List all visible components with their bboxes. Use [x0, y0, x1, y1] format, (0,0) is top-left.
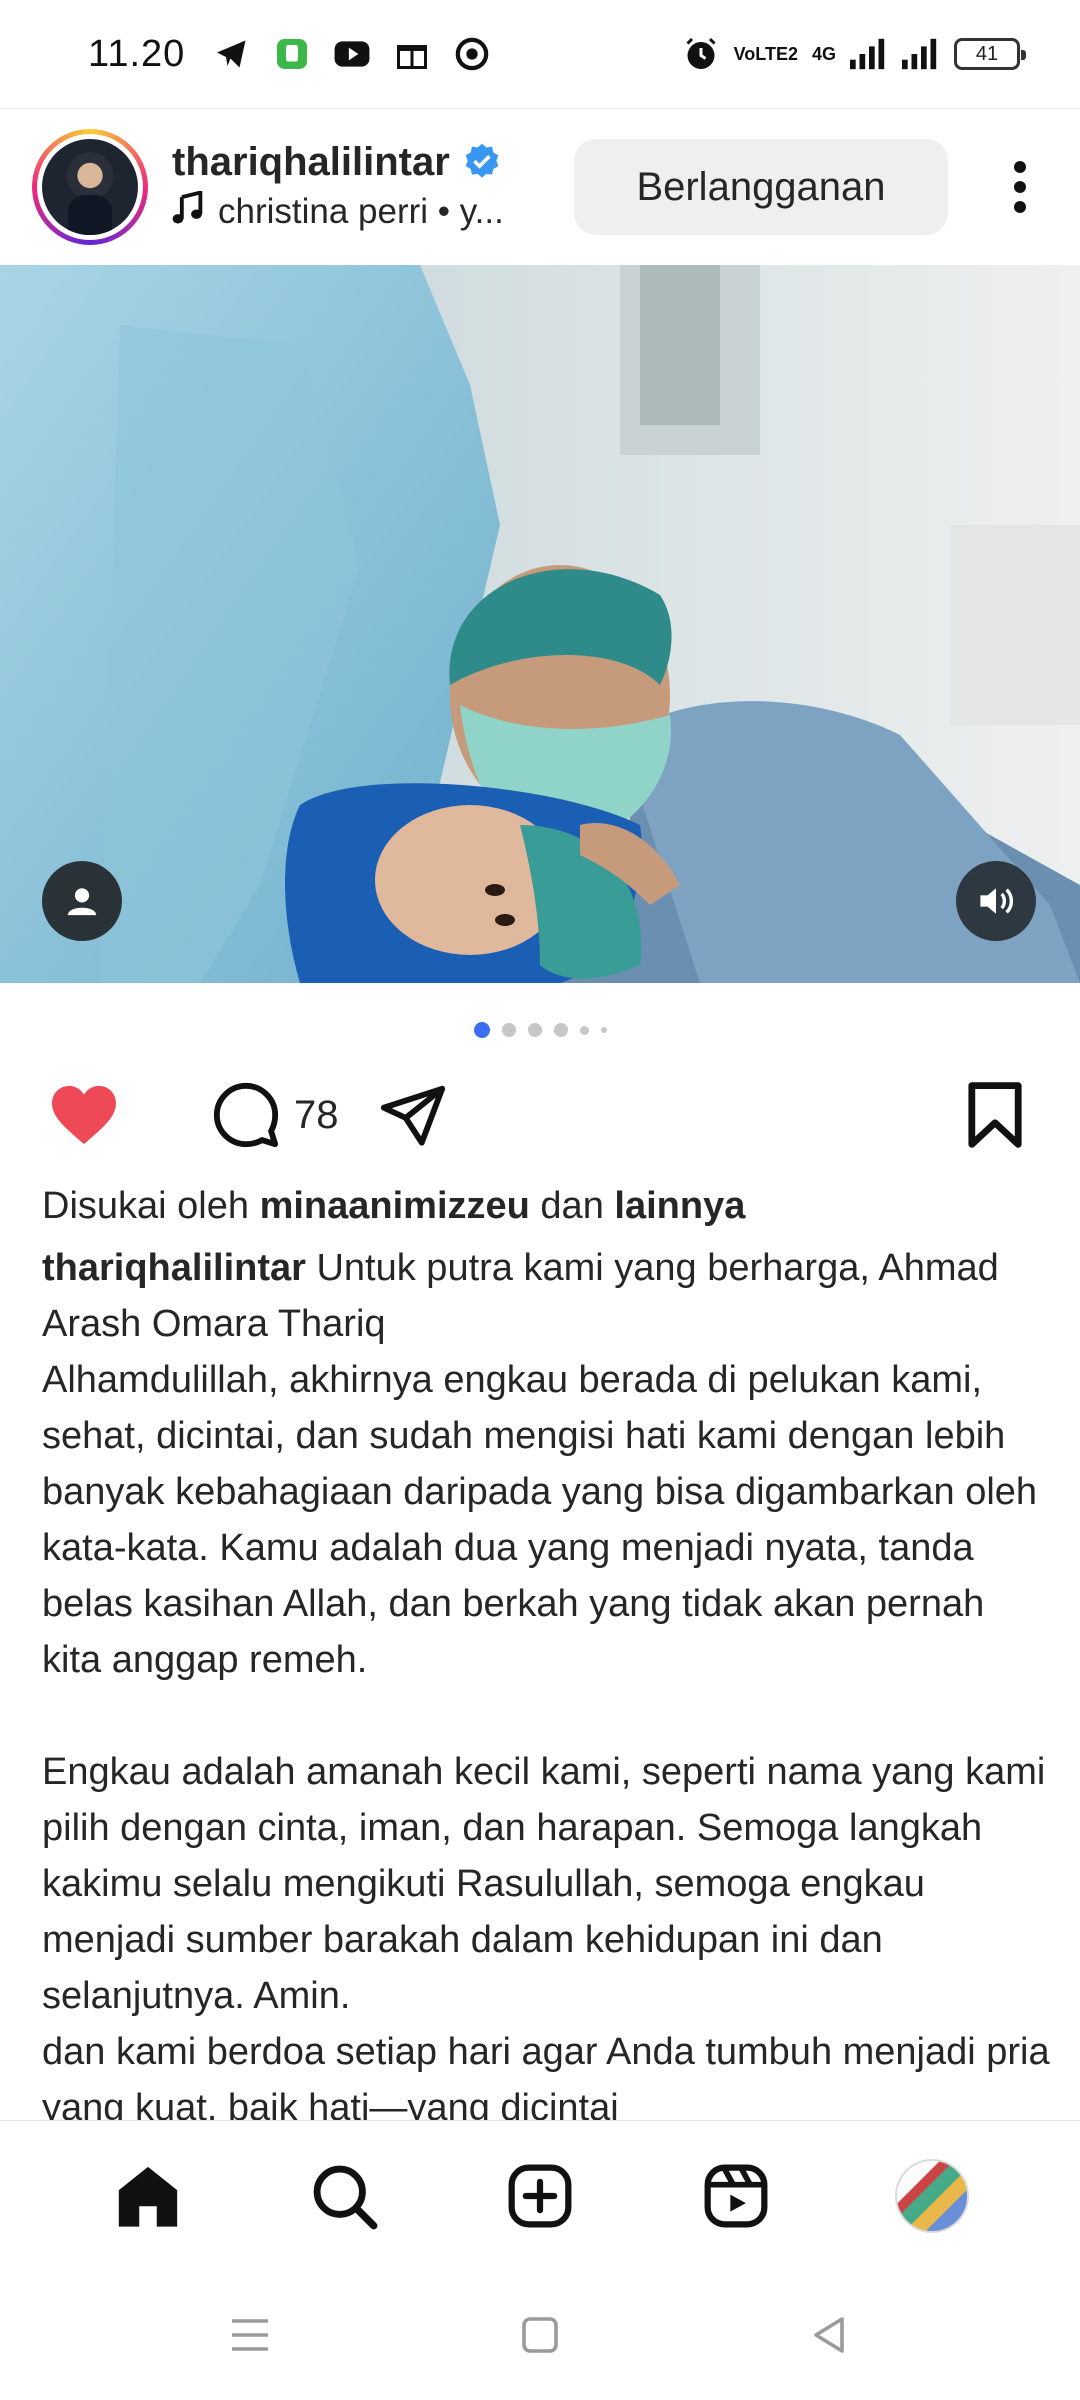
signal-icon: [902, 35, 940, 73]
username[interactable]: thariqhalilintar: [172, 140, 450, 185]
music-note-icon: [172, 189, 204, 234]
menu-icon[interactable]: [220, 2305, 280, 2365]
alarm-icon: [682, 35, 720, 73]
post-header: thariqhalilintar christina perri • y... …: [0, 108, 1080, 264]
sound-icon[interactable]: [956, 861, 1036, 941]
home-icon[interactable]: [103, 2151, 193, 2241]
carousel-dot: [579, 1025, 589, 1035]
heart-icon[interactable]: [46, 1077, 122, 1153]
create-icon[interactable]: [495, 2151, 585, 2241]
subscribe-button[interactable]: Berlangganan: [574, 139, 948, 235]
search-icon[interactable]: [299, 2151, 389, 2241]
carousel-dot: [473, 1022, 490, 1038]
header-text: thariqhalilintar christina perri • y...: [172, 140, 504, 234]
caption-paragraph: dan kami berdoa setiap hari agar Anda tu…: [42, 2031, 1050, 2120]
status-bar: 11.20 VoLTE2 4G 41: [0, 0, 1080, 108]
likes-summary[interactable]: Disukai oleh minaanimizzeu dan lainnya: [42, 1178, 1042, 1234]
carousel-dot: [501, 1023, 516, 1037]
system-status: VoLTE2 4G 41: [682, 35, 1026, 73]
liked-by-others[interactable]: lainnya: [614, 1185, 745, 1227]
avatar-image: [42, 138, 138, 235]
notification-icons: [213, 35, 491, 73]
bottom-nav: [0, 2120, 1080, 2270]
carousel-dot: [527, 1023, 542, 1037]
reels-icon[interactable]: [691, 2151, 781, 2241]
music-info[interactable]: christina perri • y...: [172, 189, 504, 234]
signal-icon: [850, 35, 888, 73]
bookmark-icon[interactable]: [962, 1077, 1028, 1153]
post-photo[interactable]: [0, 265, 1080, 983]
user-tag-icon[interactable]: [42, 861, 122, 941]
avatar[interactable]: [32, 128, 148, 245]
system-navigation: [0, 2270, 1080, 2400]
carousel-dot: [600, 1027, 607, 1033]
caption-paragraph: Alhamdulillah, akhirnya engkau berada di…: [42, 1359, 1038, 1681]
carousel-indicator: [0, 1022, 1080, 1038]
battery-indicator: 41: [954, 38, 1026, 70]
photo-illustration: [0, 265, 1080, 983]
verified-icon: [462, 142, 502, 182]
home-square-icon[interactable]: [510, 2305, 570, 2365]
app-icon: [273, 35, 311, 73]
caption-username[interactable]: thariqhalilintar: [42, 1247, 306, 1289]
profile-thumbnail: [895, 2158, 969, 2233]
status-time: 11.20: [88, 32, 186, 75]
network-type-label: 4G: [811, 44, 836, 64]
liked-by-user[interactable]: minaanimizzeu: [260, 1185, 530, 1227]
share-icon[interactable]: [375, 1077, 451, 1153]
more-icon[interactable]: [990, 151, 1050, 223]
profile-avatar[interactable]: [887, 2151, 977, 2241]
volte-label: VoLTE2: [733, 44, 798, 64]
carousel-dot: [553, 1023, 568, 1037]
chrome-icon: [453, 35, 491, 73]
comment-count: 78: [294, 1092, 339, 1137]
back-icon[interactable]: [800, 2305, 860, 2365]
caption-paragraph: Engkau adalah amanah kecil kami, seperti…: [42, 1751, 1046, 2017]
post-caption: thariqhalilintar Untuk putra kami yang b…: [42, 1240, 1052, 2120]
music-title: christina perri • y...: [218, 192, 504, 231]
youtube-icon: [333, 35, 371, 73]
comment-icon[interactable]: [208, 1077, 284, 1153]
gift-icon: [393, 35, 431, 73]
post-actions: 78: [0, 1070, 1080, 1160]
telegram-icon: [213, 35, 251, 73]
